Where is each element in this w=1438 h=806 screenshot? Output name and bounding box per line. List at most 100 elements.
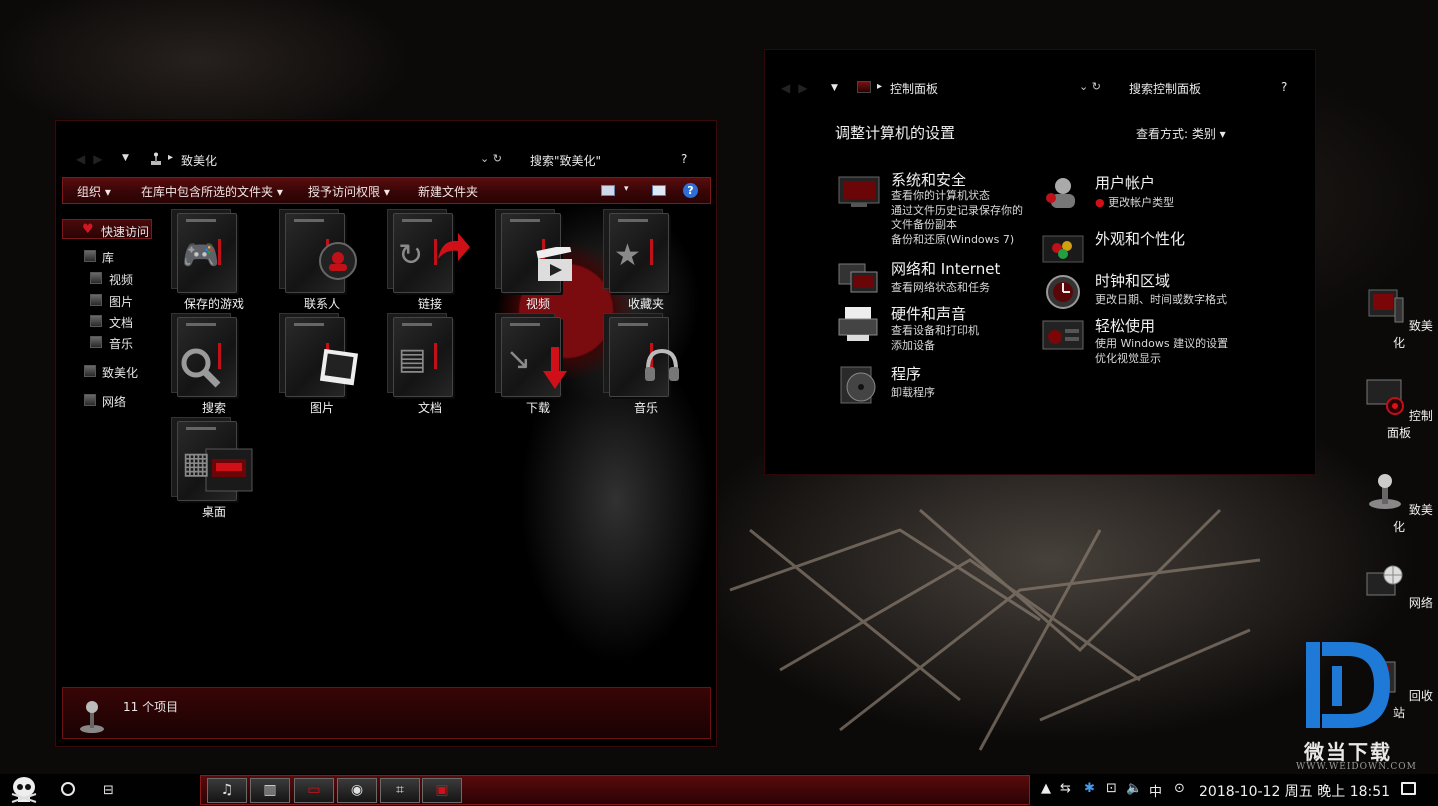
monitor-app-icon[interactable]: ▭ <box>294 778 334 803</box>
desktop-grid-icon <box>205 448 253 492</box>
organize-menu[interactable]: 组织 ▾ <box>77 183 111 200</box>
desktop-icon-user-2[interactable]: 致美化 <box>1364 472 1434 535</box>
help-button[interactable]: ? <box>681 152 687 166</box>
desktop-icon-network[interactable]: 网络 <box>1364 565 1434 611</box>
folder-stripe <box>434 343 437 369</box>
folder-label: 桌面 <box>201 505 226 519</box>
category-link[interactable]: 卸载程序 <box>891 384 935 400</box>
control-panel-app-icon[interactable]: ▣ <box>422 778 462 803</box>
desktop-icon-user[interactable]: 致美化 <box>1364 288 1434 351</box>
volume-icon[interactable]: 🔈 <box>1126 781 1142 796</box>
share-label: 授予访问权限 <box>308 185 381 199</box>
gamepad-icon: 🎮 <box>182 238 220 273</box>
network-status-icon[interactable]: ⊡ <box>1106 781 1117 796</box>
refresh-icon[interactable]: ⌄ ↻ <box>1079 80 1101 93</box>
category-link[interactable]: 添加设备 <box>891 337 935 353</box>
sidebar-item-quick-access[interactable]: ♥ 快速访问 <box>62 219 152 239</box>
sidebar-item-user[interactable]: 致美化 <box>102 364 138 381</box>
folder-favorites[interactable]: ★ 收藏夹 <box>603 209 686 315</box>
sidebar-item-music[interactable]: 音乐 <box>109 335 133 352</box>
refresh-icon[interactable]: ⌄ ↻ <box>480 152 502 165</box>
category-link[interactable]: 文件备份副本 <box>891 216 957 232</box>
view-options-caret[interactable]: ▾ <box>624 184 629 194</box>
watermark-url: WWW.WEIDOWN.COM <box>1296 762 1417 772</box>
network-icon <box>84 394 96 406</box>
category-link[interactable]: 使用 Windows 建议的设置 <box>1095 335 1228 351</box>
notebook-icon[interactable]: ▥ <box>250 778 290 803</box>
folder-pictures[interactable]: 图片 <box>279 313 362 419</box>
category-title[interactable]: 用户帐户 <box>1095 172 1155 193</box>
category-title[interactable]: 时钟和区域 <box>1095 270 1170 291</box>
recent-locations-caret[interactable]: ▼ <box>122 153 129 163</box>
folder-searches[interactable]: 搜索 <box>171 313 254 419</box>
breadcrumb-current[interactable]: 控制面板 <box>890 80 938 97</box>
folder-saved-games[interactable]: 🎮 保存的游戏 <box>171 209 254 315</box>
search-circle-icon[interactable] <box>61 782 75 796</box>
folder-videos[interactable]: 视频 <box>495 209 578 315</box>
sidebar-item-pictures[interactable]: 图片 <box>109 293 133 310</box>
category-link-text: 更改帐户类型 <box>1108 196 1175 209</box>
taskbar-apps: ♫ ▥ ▭ ◉ ⌗ ▣ <box>200 775 1030 805</box>
category-link[interactable]: 优化视觉显示 <box>1095 350 1161 366</box>
folder-downloads[interactable]: ↘ 下载 <box>495 313 578 419</box>
back-forward-buttons[interactable]: ◀▶ <box>76 152 110 166</box>
search-input[interactable]: 搜索"致美化" <box>530 152 601 169</box>
view-by-label: 查看方式: 类别 <box>1136 127 1216 141</box>
category-link[interactable]: 查看设备和打印机 <box>891 322 979 338</box>
bluetooth-icon[interactable]: ✱ <box>1084 781 1095 796</box>
category-title[interactable]: 网络和 Internet <box>891 258 1000 279</box>
desktop-icon-label: 网络 <box>1408 596 1433 610</box>
folder-contacts[interactable]: 联系人 <box>279 209 362 315</box>
sidebar-item-network[interactable]: 网络 <box>102 393 126 410</box>
sidebar-item-videos[interactable]: 视频 <box>109 271 133 288</box>
show-hidden-icons-icon[interactable]: ▲ <box>1041 781 1051 796</box>
folder-links[interactable]: ↻ 链接 <box>387 209 470 315</box>
category-link[interactable]: 更改日期、时间或数字格式 <box>1095 291 1227 307</box>
share-with-menu[interactable]: 授予访问权限 ▾ <box>308 183 390 200</box>
folder-tab <box>510 323 540 326</box>
task-view-icon[interactable]: ⊟ <box>103 783 114 798</box>
chrome-icon[interactable]: ◉ <box>337 778 377 803</box>
clock[interactable]: 2018-10-12 周五 晚上 18:51 <box>1199 781 1390 801</box>
include-in-library-menu[interactable]: 在库中包含所选的文件夹 ▾ <box>141 183 283 200</box>
input-method-icon[interactable]: ⊙ <box>1174 781 1185 796</box>
music-note-icon[interactable]: ♫ <box>207 778 247 803</box>
new-folder-button[interactable]: 新建文件夹 <box>418 183 478 200</box>
category-title[interactable]: 轻松使用 <box>1095 315 1155 336</box>
preview-pane-icon[interactable] <box>652 185 666 196</box>
category-title[interactable]: 程序 <box>891 363 921 384</box>
help-circle-icon[interactable]: ? <box>683 183 698 198</box>
help-button[interactable]: ? <box>1281 80 1287 94</box>
category-link[interactable]: ● 更改帐户类型 <box>1095 194 1174 210</box>
ime-indicator[interactable]: 中 <box>1149 781 1162 800</box>
folder-music[interactable]: 音乐 <box>603 313 686 419</box>
folder-label: 联系人 <box>303 297 340 311</box>
crop-icon[interactable]: ⌗ <box>380 778 420 803</box>
folder-tab <box>402 323 432 326</box>
action-center-icon[interactable] <box>1401 782 1416 795</box>
start-skull-icon[interactable] <box>8 774 40 806</box>
folder-desktop[interactable]: ▦ 桌面 <box>171 417 254 523</box>
category-title[interactable]: 外观和个性化 <box>1095 228 1185 249</box>
organize-label: 组织 <box>77 185 102 199</box>
back-forward-buttons[interactable]: ◀▶ <box>781 81 815 95</box>
category-link[interactable]: 备份和还原(Windows 7) <box>891 231 1014 247</box>
folder-label: 图片 <box>309 401 334 415</box>
change-view-icon[interactable] <box>601 185 615 196</box>
documents-icon <box>90 315 102 327</box>
address-bar[interactable]: ◀▶ ▼ ▸ 致美化 ⌄ ↻ 搜索"致美化" ? <box>56 149 716 171</box>
category-title[interactable]: 硬件和声音 <box>891 303 966 324</box>
desktop-icon-control-panel[interactable]: 控制面板 <box>1364 378 1434 441</box>
view-by-dropdown[interactable]: 查看方式: 类别 ▾ <box>1136 125 1226 142</box>
category-link[interactable]: 查看网络状态和任务 <box>891 279 990 295</box>
recent-locations-caret[interactable]: ▼ <box>831 83 838 93</box>
folder-label: 文档 <box>417 401 442 415</box>
control-panel-icon <box>857 81 871 93</box>
sidebar-item-library[interactable]: 库 <box>102 249 114 266</box>
network-share-icon[interactable]: ⇆ <box>1060 781 1071 796</box>
search-input[interactable]: 搜索控制面板 <box>1129 80 1201 97</box>
sidebar-item-documents[interactable]: 文档 <box>109 314 133 331</box>
folder-documents[interactable]: ▤ 文档 <box>387 313 470 419</box>
category-link[interactable]: 查看你的计算机状态 <box>891 187 990 203</box>
breadcrumb-current[interactable]: 致美化 <box>181 152 217 169</box>
